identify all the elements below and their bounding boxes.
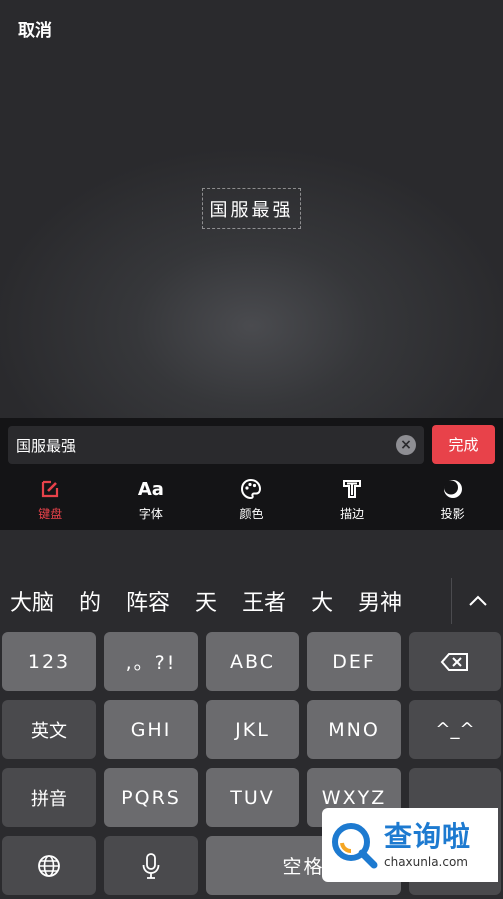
globe-key[interactable] — [2, 836, 96, 895]
clear-icon[interactable]: × — [396, 435, 416, 455]
text-input[interactable] — [8, 426, 424, 464]
candidate-word[interactable]: 大 — [311, 585, 333, 617]
key-punctuation[interactable]: ,。?! — [104, 632, 198, 691]
keyboard-top-band — [0, 530, 503, 570]
candidate-word[interactable]: 大脑 — [10, 585, 54, 617]
stroke-t-icon — [341, 476, 363, 502]
key-pqrs[interactable]: PQRS — [104, 768, 198, 827]
watermark-title: 查询啦 — [384, 820, 472, 853]
key-jkl[interactable]: JKL — [206, 700, 299, 759]
tab-keyboard[interactable]: 键盘 — [0, 476, 101, 524]
candidate-word[interactable]: 天 — [195, 585, 217, 617]
tab-shadow[interactable]: 投影 — [402, 476, 503, 524]
done-button[interactable]: 完成 — [432, 425, 495, 464]
tab-label: 颜色 — [239, 507, 264, 521]
chevron-up-icon — [468, 595, 487, 606]
tab-label: 投影 — [440, 507, 465, 521]
tab-label: 描边 — [340, 507, 365, 521]
text-sticker[interactable]: 国服最强 — [202, 188, 301, 229]
backspace-icon — [440, 652, 468, 671]
font-aa-icon: Aa — [137, 478, 164, 500]
search-logo-icon — [332, 823, 378, 869]
key-mno[interactable]: MNO — [307, 700, 401, 759]
watermark-url: chaxunla.com — [384, 855, 468, 869]
key-ghi[interactable]: GHI — [104, 700, 198, 759]
key-def[interactable]: DEF — [307, 632, 401, 691]
key-english[interactable]: 英文 — [2, 700, 96, 759]
key-123[interactable]: 123 — [2, 632, 96, 691]
tab-font[interactable]: Aa 字体 — [101, 476, 202, 524]
tab-label: 键盘 — [38, 507, 63, 521]
candidate-word[interactable]: 王者 — [242, 585, 286, 617]
text-input-container: × — [8, 426, 424, 464]
microphone-key[interactable] — [104, 836, 198, 895]
delete-key[interactable] — [409, 632, 501, 691]
key-tuv[interactable]: TUV — [206, 768, 299, 827]
tab-color[interactable]: 颜色 — [201, 476, 302, 524]
key-pinyin[interactable]: 拼音 — [2, 768, 96, 827]
tab-stroke[interactable]: 描边 — [302, 476, 403, 524]
expand-candidates-button[interactable] — [452, 570, 503, 632]
keyboard-edit-icon — [39, 476, 61, 502]
candidate-word[interactable]: 的 — [79, 585, 101, 617]
text-editor-panel: × 完成 键盘 Aa 字体 — [0, 418, 503, 530]
key-emoticon[interactable]: ^_^ — [409, 700, 501, 759]
microphone-icon — [142, 852, 160, 879]
watermark: 查询啦 chaxunla.com — [322, 808, 498, 882]
shadow-circle-icon — [442, 476, 464, 502]
cancel-button[interactable]: 取消 — [18, 16, 52, 41]
candidate-bar: 大脑 的 阵容 天 王者 大 男神 — [0, 570, 503, 632]
key-abc[interactable]: ABC — [206, 632, 299, 691]
tab-label: 字体 — [138, 507, 163, 521]
text-preview-canvas: 取消 国服最强 — [0, 0, 503, 418]
tool-tabs: 键盘 Aa 字体 颜色 描边 投影 — [0, 476, 503, 524]
globe-icon — [38, 854, 60, 877]
candidate-word[interactable]: 阵容 — [126, 585, 170, 617]
candidate-word[interactable]: 男神 — [358, 585, 402, 617]
palette-icon — [240, 476, 262, 502]
